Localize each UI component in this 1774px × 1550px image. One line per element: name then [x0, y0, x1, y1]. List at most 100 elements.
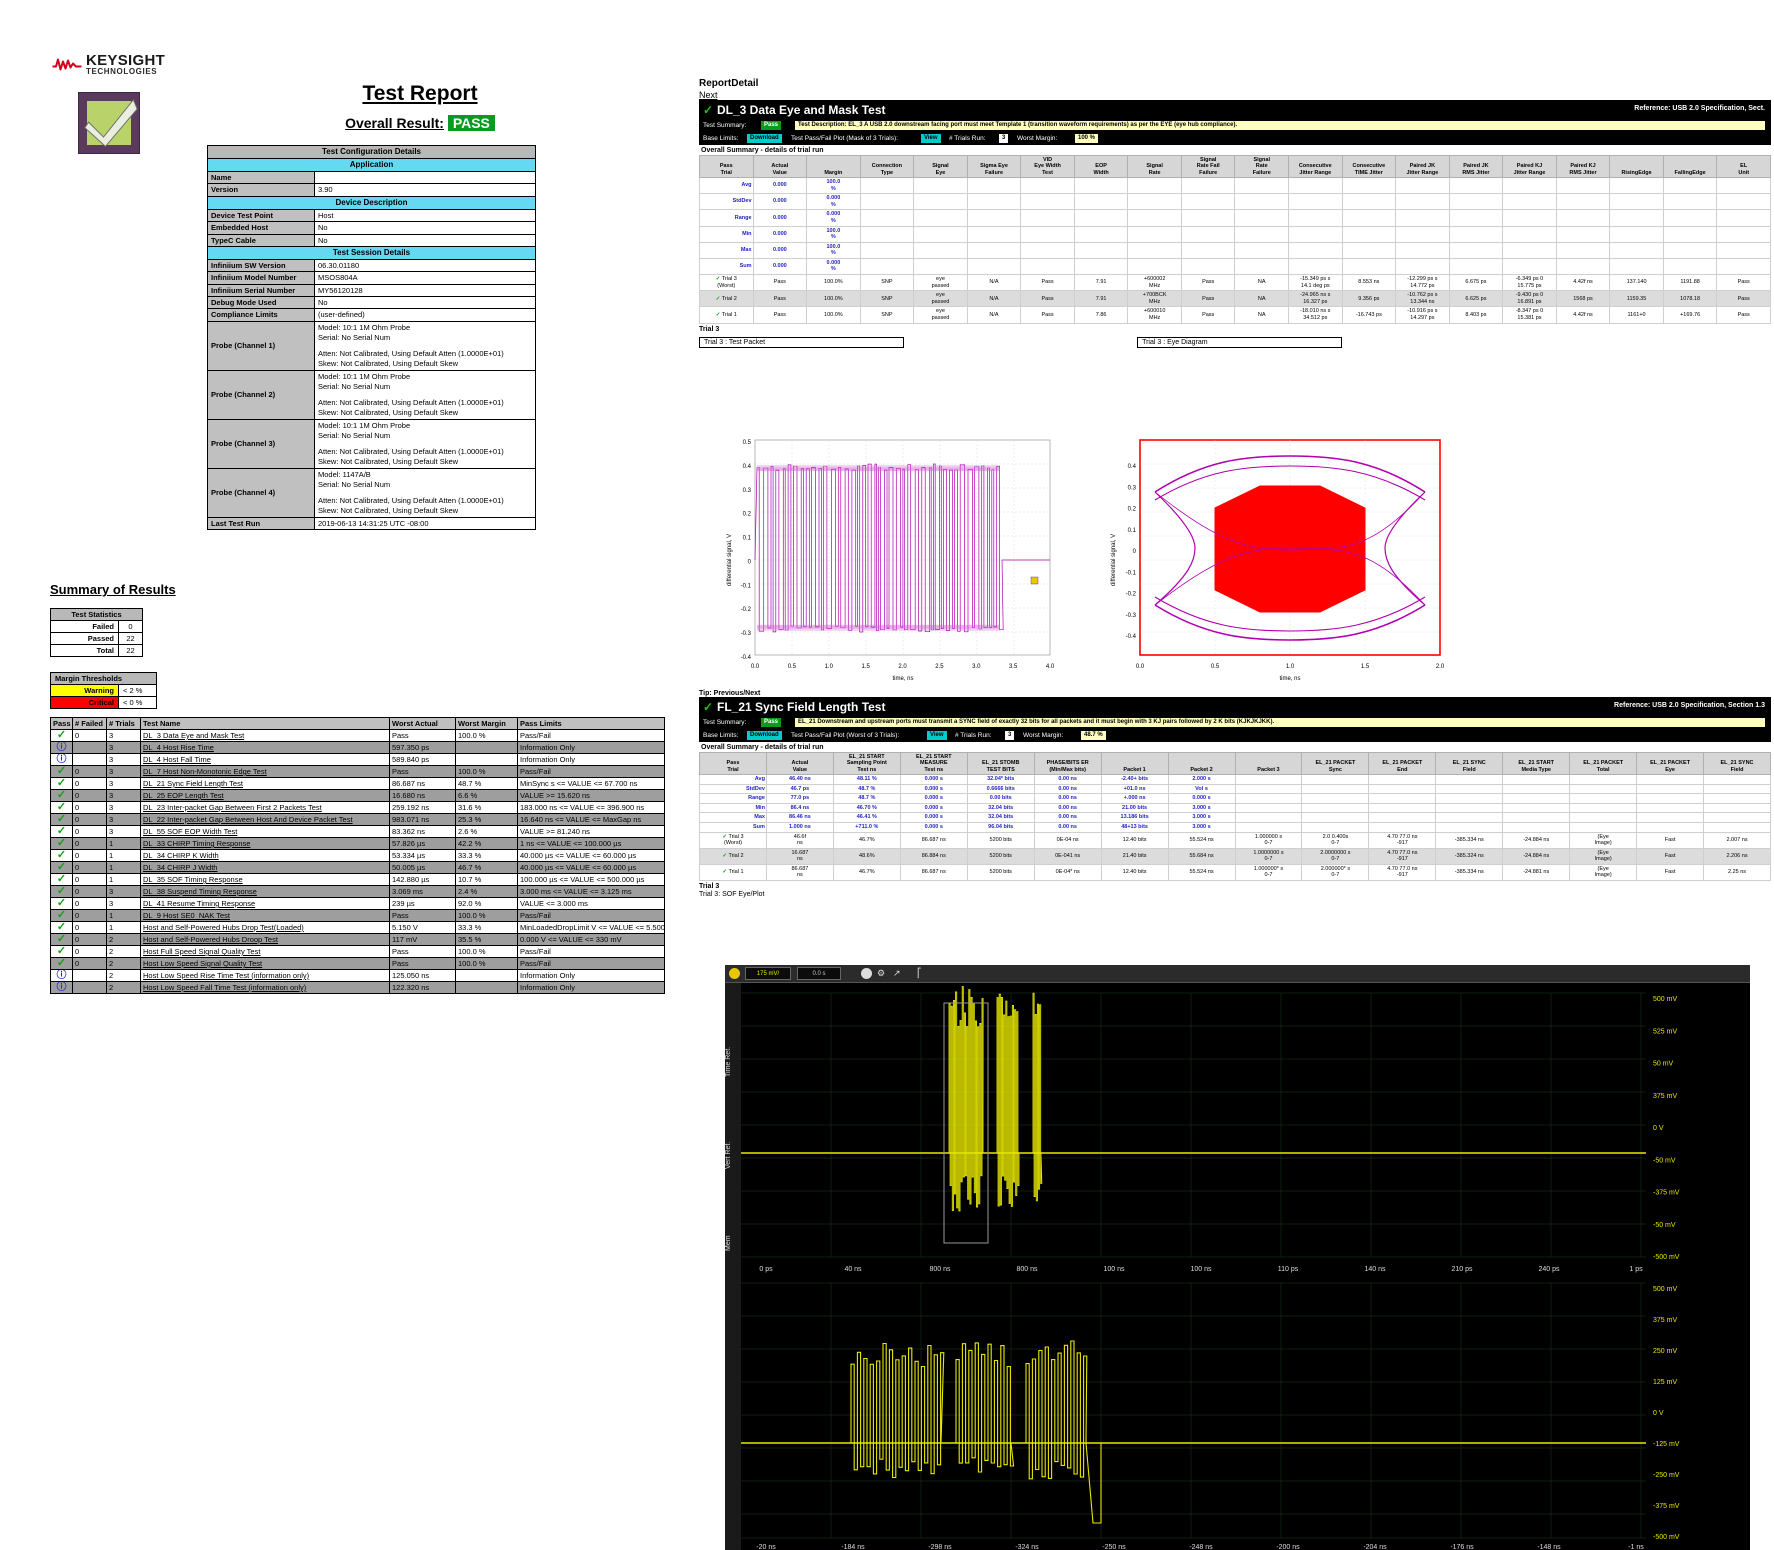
axis-tick: -200 ns: [1276, 1544, 1300, 1550]
cell-test-name[interactable]: DL_55 SOF EOP Width Test: [140, 825, 390, 838]
cell-test-name[interactable]: Host Full Speed Signal Quality Test: [140, 945, 390, 958]
cell-test-name[interactable]: DL_7 Host Non-Monotonic Edge Test: [140, 765, 390, 778]
cell-worst-margin: 2.4 %: [455, 885, 518, 898]
trial-cell: -15.349 ps s 14.1 deg ps: [1288, 274, 1343, 292]
table-row[interactable]: ✓ 0 1 Host and Self-Powered Hubs Drop Test(…: [50, 921, 665, 934]
table-row[interactable]: ✓ 0 1 DL_34 CHIRP K Width 53.334 µs 33.3 % 40.…: [50, 849, 665, 862]
table-row[interactable]: ✓ 0 3 DL_38 Suspend Timing Response 3.069 ms…: [50, 885, 665, 898]
table-row[interactable]: ✓ 0 3 DL_7 Host Non-Monotonic Edge Test Pass…: [50, 765, 665, 778]
cell-test-name[interactable]: DL_3 Data Eye and Mask Test: [140, 729, 390, 742]
cell-test-name[interactable]: DL_22 Inter-packet Gap Between Host And …: [140, 813, 390, 826]
table-row[interactable]: ✓ 0 3 DL_3 Data Eye and Mask Test Pass 100.0 …: [50, 729, 665, 742]
cell-test-name[interactable]: DL_33 CHIRP Timing Response: [140, 837, 390, 850]
scope-sidebar-time-ref[interactable]: Time Ref.: [725, 977, 732, 1077]
table-row[interactable]: ✓ 0 1 DL_35 SOF Timing Response 142.880 µs 10…: [50, 873, 665, 886]
table-row[interactable]: ✓ 0 3 DL_41 Resume Timing Response 239 µs 92.…: [50, 897, 665, 910]
detail-trial-row[interactable]: ✓ Trial 1 Pass 100.0% SNP eye passed N/A Pass 7.…: [699, 306, 1771, 324]
scope-settings-icon[interactable]: ⚙: [877, 968, 885, 979]
cell-test-name[interactable]: DL_21 Sync Field Length Test: [140, 777, 390, 790]
table-row[interactable]: ✓ 0 3 DL_55 SOF EOP Width Test 83.362 ns 2.6 …: [50, 825, 665, 838]
cell-pass-limits: Pass/Fail: [517, 909, 665, 922]
cell-test-name[interactable]: DL_4 Host Fall Time: [140, 753, 390, 766]
cell-test-name[interactable]: Host Low Speed Signal Quality Test: [140, 957, 390, 970]
stat-cell: 0.000 s: [1167, 793, 1236, 804]
threshold-value-warning: < 2 %: [118, 684, 157, 697]
table-row[interactable]: ⓘ 3 DL_4 Host Rise Time 597.350 ps Informati…: [50, 741, 665, 754]
detail-col-header: EL_21 START Sampling Point Test ns: [832, 752, 901, 775]
block1-summary-label: Test Summary:: [703, 122, 747, 129]
cell-test-name[interactable]: DL_4 Host Rise Time: [140, 741, 390, 754]
stat-cell: [1073, 176, 1129, 195]
table-row[interactable]: ✓ 0 2 Host Full Speed Signal Quality Test Pa…: [50, 945, 665, 958]
stat-cell: [1073, 225, 1129, 243]
scope-timebase-readout[interactable]: 0.0 s: [797, 967, 841, 980]
block2-tip-value[interactable]: Previous/Next: [714, 690, 761, 697]
detail-trial-row[interactable]: ✓ Trial 3 (Worst) Pass 100.0% SNP eye passed N/…: [699, 274, 1771, 292]
stat-cell: [1703, 773, 1771, 785]
cell-test-name[interactable]: Host Low Speed Rise Time Test (informati…: [140, 969, 390, 982]
table-row[interactable]: ✓ 0 1 DL_9 Host SE0_NAK Test Pass 100.0 % Pass…: [50, 909, 665, 922]
stat-cell: -2.40+ bits: [1100, 773, 1169, 785]
scope-measure-icon[interactable]: ⎡: [917, 968, 922, 979]
cell-test-name[interactable]: Host and Self-Powered Hubs Droop Test: [140, 933, 390, 946]
cell-test-name[interactable]: DL_35 SOF Timing Response: [140, 873, 390, 886]
stat-cell: [1435, 773, 1504, 785]
stat-cell: 0.00 ns: [1033, 812, 1102, 823]
trial-cell: N/A: [966, 290, 1022, 308]
detail-trial-row[interactable]: ✓ Trial 2 Pass 100.0% SNP eye passed N/A Pass 7.…: [699, 290, 1771, 308]
cell-test-name[interactable]: DL_25 EOP Length Test: [140, 789, 390, 802]
next-link[interactable]: Next: [699, 90, 718, 100]
block2-worst-label: Worst Margin:: [1023, 732, 1064, 739]
stat-cell: 2.000 s: [1167, 773, 1236, 785]
cell-trials: 1: [106, 849, 141, 862]
trial-cell: 1.000000 s 0-7: [1234, 831, 1303, 849]
table-row[interactable]: ✓ 0 1 DL_34 CHIRP J Width 50.005 µs 46.7 % 40.…: [50, 861, 665, 874]
stat-cell: [1609, 209, 1664, 227]
scope-sidebar-mem[interactable]: Mem: [725, 1151, 732, 1251]
block2-plot-value[interactable]: View: [927, 731, 947, 740]
table-row[interactable]: ✓ 0 3 DL_22 Inter-packet Gap Between Host A…: [50, 813, 665, 826]
table-row[interactable]: ✓ 0 2 Host and Self-Powered Hubs Droop Test…: [50, 933, 665, 946]
axis-tick: 240 ps: [1538, 1266, 1560, 1273]
scope-cursor-icon[interactable]: ↗: [893, 968, 901, 979]
table-row[interactable]: ✓ 0 3 DL_23 Inter-packet Gap Between First …: [50, 801, 665, 814]
cell-test-name[interactable]: DL_9 Host SE0_NAK Test: [140, 909, 390, 922]
scope-channel-readout[interactable]: 175 mV/: [745, 967, 791, 980]
stat-cell: [1234, 225, 1290, 243]
block1-plot-value[interactable]: View: [921, 134, 941, 143]
cell-test-name[interactable]: Host and Self-Powered Hubs Drop Test(Loa…: [140, 921, 390, 934]
cell-test-name[interactable]: DL_23 Inter-packet Gap Between First 2 P…: [140, 801, 390, 814]
cell-test-name[interactable]: Host Low Speed Fall Time Test (informati…: [140, 981, 390, 994]
axis-tick: -500 mV: [1653, 1534, 1680, 1541]
detail-trial-row[interactable]: ✓ Trial 3 (Worst) 46.6f ns 46.7% 86.687 ns 520…: [699, 831, 1771, 849]
table-row[interactable]: ⓘ 2 Host Low Speed Rise Time Test (informa…: [50, 969, 665, 982]
cell-test-name[interactable]: DL_34 CHIRP J Width: [140, 861, 390, 874]
detail-trial-row[interactable]: ✓ Trial 1 86.687 ns 46.7% 86.687 ns 5200 bits…: [699, 863, 1771, 882]
pass-check-icon: ✓: [56, 813, 67, 825]
cell-pass: ⓘ: [50, 981, 73, 994]
detail-trial-row[interactable]: ✓ Trial 2 16.687 ns 48.6% 86.884 ns 5200 bits…: [699, 847, 1771, 865]
table-row[interactable]: ✓ 0 1 DL_33 CHIRP Timing Response 57.826 µs 4…: [50, 837, 665, 850]
scope-toolbar[interactable]: 175 mV/ 0.0 s ⚙ ↗ ⎡: [725, 965, 1750, 983]
table-row[interactable]: ⓘ 2 Host Low Speed Fall Time Test (informa…: [50, 981, 665, 994]
table-row[interactable]: ✓ 0 3 DL_21 Sync Field Length Test 86.687 ns…: [50, 777, 665, 790]
axis-tick: 0.5: [788, 664, 797, 670]
stat-cell: 32.04 bits: [966, 802, 1035, 814]
scope-sidebar[interactable]: Time Ref. Vert Ref. Mem: [725, 983, 741, 1550]
cell-test-name[interactable]: DL_41 Resume Timing Response: [140, 897, 390, 910]
stat-cell: [1555, 176, 1611, 195]
block1-limit-value[interactable]: Download: [747, 134, 782, 143]
block2-base-value[interactable]: Download: [747, 731, 782, 740]
oscilloscope-capture[interactable]: 175 mV/ 0.0 s ⚙ ↗ ⎡ Time Ref. Vert Ref. …: [725, 965, 1750, 1550]
table-row[interactable]: ✓ 0 2 Host Low Speed Signal Quality Test Pas…: [50, 957, 665, 970]
trial-cell: 1191.88: [1662, 274, 1718, 292]
cell-test-name[interactable]: DL_34 CHIRP K Width: [140, 849, 390, 862]
scope-run-icon[interactable]: [861, 968, 872, 979]
table-row[interactable]: ✓ 0 3 DL_25 EOP Length Test 16.680 ns 6.6 % VA…: [50, 789, 665, 802]
table-row[interactable]: ⓘ 3 DL_4 Host Fall Time 589.840 ps Informati…: [50, 753, 665, 766]
axis-tick: 0: [1133, 549, 1137, 555]
block1-description-text: EL_3 A USB 2.0 downstream facing port mu…: [848, 122, 1238, 128]
stat-cell: Vol s: [1167, 783, 1236, 795]
cfg-value: 3.90: [314, 183, 536, 197]
cell-test-name[interactable]: DL_38 Suspend Timing Response: [140, 885, 390, 898]
